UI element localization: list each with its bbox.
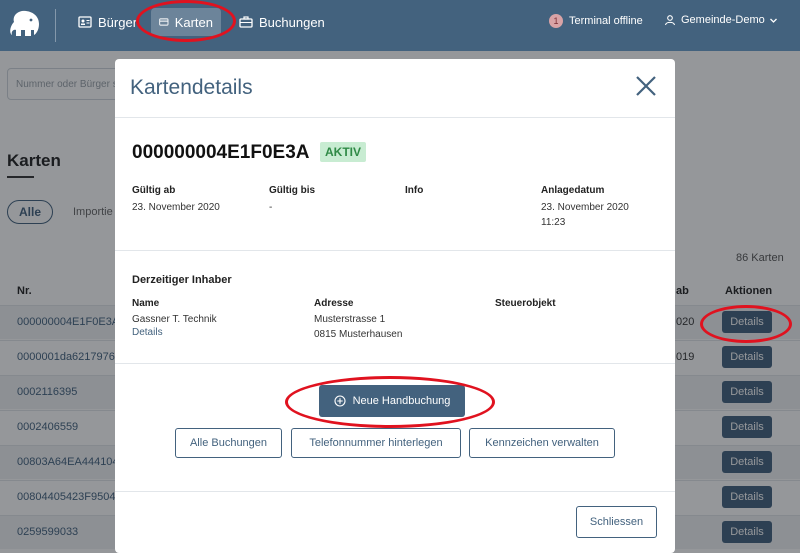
valid-until-label: Gültig bis: [269, 185, 316, 196]
terminal-status[interactable]: 1 Terminal offline: [549, 14, 643, 28]
briefcase-icon: [239, 16, 253, 28]
card-details-modal: Kartendetails 000000004E1F0E3A AKTIV Gül…: [115, 59, 675, 553]
holder-name-label: Name: [132, 298, 160, 309]
divider: [115, 250, 675, 251]
nav-item-label: Buchungen: [259, 14, 325, 30]
chevron-down-icon: [769, 18, 777, 23]
person-card-icon: [78, 16, 92, 28]
new-manual-booking-button[interactable]: Neue Handbuchung: [319, 385, 465, 417]
valid-until-value: -: [269, 202, 273, 213]
created-time-value: 11:23: [541, 217, 566, 228]
account-label: Gemeinde-Demo: [681, 14, 765, 26]
created-date-label: Anlagedatum: [541, 185, 605, 196]
plus-circle-icon: [334, 395, 346, 407]
valid-from-label: Gültig ab: [132, 185, 176, 196]
nav-item-buerger[interactable]: Bürger: [70, 8, 145, 36]
terminal-count-badge: 1: [549, 14, 563, 28]
status-badge: AKTIV: [320, 142, 366, 162]
divider: [115, 117, 675, 118]
nav-item-label: Karten: [174, 14, 213, 30]
manage-plates-button[interactable]: Kennzeichen verwalten: [469, 428, 615, 458]
user-icon: [664, 15, 676, 26]
divider: [115, 491, 675, 492]
holder-address-line2: 0815 Musterhausen: [314, 329, 403, 340]
top-navigation-bar: Bürger Karten Buchungen 1 Terminal offli…: [0, 0, 800, 51]
nav-divider: [55, 9, 56, 42]
nav-item-label: Bürger: [98, 14, 138, 30]
holder-name-value: Gassner T. Technik: [132, 314, 217, 325]
nav-item-buchungen[interactable]: Buchungen: [231, 8, 333, 36]
holder-details-link[interactable]: Details: [132, 327, 163, 338]
close-icon[interactable]: [633, 73, 659, 99]
tax-object-label: Steuerobjekt: [495, 298, 556, 309]
close-button[interactable]: Schliessen: [576, 506, 657, 538]
card-icon: [159, 18, 169, 26]
card-number: 000000004E1F0E3A: [132, 142, 310, 163]
nav-item-karten[interactable]: Karten: [151, 8, 221, 36]
all-bookings-button[interactable]: Alle Buchungen: [175, 428, 282, 458]
divider: [115, 363, 675, 364]
button-label: Neue Handbuchung: [352, 395, 451, 407]
modal-title: Kartendetails: [130, 76, 253, 99]
holder-address-label: Adresse: [314, 298, 354, 309]
holder-section-title: Derzeitiger Inhaber: [132, 274, 232, 286]
phone-number-button[interactable]: Telefonnummer hinterlegen: [291, 428, 461, 458]
account-menu[interactable]: Gemeinde-Demo: [664, 14, 778, 26]
holder-address-line1: Musterstrasse 1: [314, 314, 386, 325]
terminal-status-label: Terminal offline: [569, 15, 643, 27]
valid-from-value: 23. November 2020: [132, 202, 220, 213]
info-label: Info: [405, 185, 424, 196]
elephant-logo-icon[interactable]: [8, 8, 42, 38]
created-date-value: 23. November 2020: [541, 202, 629, 213]
